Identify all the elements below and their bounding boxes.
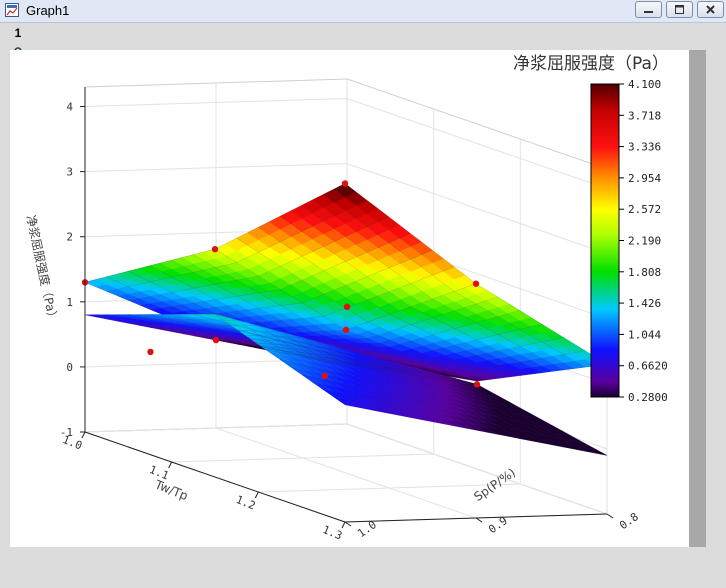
- data-point: [341, 180, 349, 187]
- data-point: [343, 303, 351, 310]
- graph-window: Graph1 1 -1 0 1 2 3 4 1.0 1.1 1.2 1.3 1.…: [0, 0, 726, 588]
- z-tick-label: 3: [66, 166, 73, 179]
- colorbar-tick-label: 1.808: [628, 266, 661, 279]
- z-tick-label: 2: [66, 231, 73, 244]
- chart-title: 净浆屈服强度（Pa）: [513, 54, 669, 74]
- colorbar-ticks: 4.100 3.718 3.336 2.954 2.572 2.190 1.808 1.426…: [619, 78, 668, 404]
- z-tick-label: 1: [66, 296, 73, 309]
- title-bar[interactable]: Graph1: [0, 0, 726, 23]
- data-point: [212, 336, 220, 344]
- colorbar-tick-label: 2.190: [628, 235, 661, 248]
- x-tick: [254, 491, 259, 499]
- colorbar-tick-label: 0.2800: [628, 391, 668, 404]
- gridline-z: [84, 97, 608, 189]
- x-axis-title: Tw/Tp: [152, 477, 190, 503]
- data-point: [472, 280, 480, 287]
- data-point: [211, 246, 219, 253]
- colorbar-tick-label: 1.426: [628, 297, 661, 310]
- x-tick: [81, 431, 86, 439]
- layer-tab[interactable]: 1: [9, 26, 27, 42]
- x-tick-label: 1.3: [321, 523, 344, 542]
- surfaces: [84, 183, 608, 456]
- y-tick: [475, 517, 483, 523]
- colorbar-tick-label: 2.572: [628, 203, 661, 216]
- close-button[interactable]: [697, 1, 724, 18]
- x-tick: [168, 461, 173, 469]
- colorbar-tick-label: 0.6620: [628, 360, 668, 373]
- graph-page: -1 0 1 2 3 4 1.0 1.1 1.2 1.3 1.0 0.9 0.8 净浆屈服强度（Pa） …: [10, 50, 689, 547]
- x-axis-line: [84, 431, 346, 523]
- z-tick-label: 4: [66, 101, 73, 114]
- x-tick: [341, 521, 346, 529]
- y-tick-label: 0.8: [617, 510, 641, 532]
- data-point: [147, 348, 154, 356]
- data-point: [321, 372, 328, 380]
- surface-chart: -1012341.01.11.21.3 1.0 0.9 0.8 净浆屈服强度（Pa） …: [24, 54, 669, 543]
- colorbar-tick-label: 3.336: [628, 141, 661, 154]
- maximize-button[interactable]: [666, 1, 693, 18]
- minimize-button[interactable]: [635, 1, 662, 18]
- z-axis-title: 净浆屈服强度（Pa）: [24, 214, 62, 325]
- data-point: [473, 381, 481, 388]
- page-shadow-right: [689, 50, 706, 547]
- minimize-icon: [644, 11, 653, 13]
- colorbar-gradient: [590, 83, 620, 398]
- z-tick-label: 0: [66, 361, 73, 374]
- colorbar-tick-label: 4.100: [628, 78, 661, 91]
- colorbar-tick-label: 3.718: [628, 109, 661, 122]
- y-tick: [344, 521, 352, 527]
- close-icon: [706, 5, 715, 14]
- y-tick: [606, 513, 614, 519]
- maximize-icon: [675, 5, 684, 14]
- colorbar-tick-label: 2.954: [628, 172, 661, 185]
- window-title: Graph1: [26, 3, 70, 18]
- x-tick-label: 1.0: [61, 433, 84, 452]
- x-tick-label: 1.2: [234, 493, 257, 512]
- graph-window-icon: [5, 3, 19, 17]
- colorbar: 4.100 3.718 3.336 2.954 2.572 2.190 1.808 1.426…: [590, 78, 668, 404]
- data-point: [342, 326, 350, 333]
- colorbar-tick-label: 1.044: [628, 328, 661, 341]
